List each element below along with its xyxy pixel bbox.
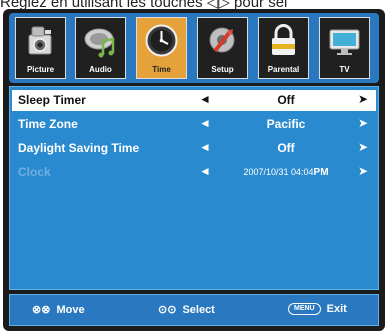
time-settings-panel: Sleep Timer ◄ Off ➤ Time Zone ◄ Pacific … [9, 86, 379, 290]
menu-row-time-zone[interactable]: Time Zone ◄ Pacific ➤ [12, 114, 376, 135]
row-label: Time Zone [18, 117, 78, 131]
key-hint-bar: ⊗⊗ Move ⊙⊙ Select MENU Exit [9, 294, 379, 326]
right-arrow-icon: ➤ [358, 164, 369, 178]
left-arrow-icon[interactable]: ◄ [199, 140, 211, 154]
row-label: Sleep Timer [18, 93, 86, 107]
right-arrow-icon[interactable]: ➤ [358, 92, 368, 106]
left-arrow-icon[interactable]: ◄ [199, 116, 211, 130]
select-hint: ⊙⊙ Select [158, 303, 215, 316]
select-label: Select [182, 304, 215, 316]
right-arrow-icon[interactable]: ➤ [358, 116, 368, 130]
setup-icon [209, 27, 235, 53]
row-value: Off [277, 141, 295, 155]
row-label: Clock [18, 165, 51, 179]
up-down-keys-icon: ⊗⊗ [32, 304, 51, 316]
tab-tv[interactable]: TV [319, 17, 370, 79]
left-arrow-icon[interactable]: ◄ [199, 92, 211, 106]
top-caption: Réglez en utilisant les touches ◁▷ pour … [0, 0, 288, 9]
row-label: Daylight Saving Time [18, 141, 140, 155]
left-arrow-icon: ◄ [199, 164, 211, 178]
tab-picture[interactable]: Picture [15, 17, 66, 79]
row-value: Off [277, 93, 295, 107]
tab-setup[interactable]: Setup [197, 17, 248, 79]
tab-label: Picture [26, 65, 55, 74]
row-value: Pacific [266, 117, 306, 131]
move-label: Move [56, 304, 85, 316]
left-right-keys-icon: ⊙⊙ [158, 304, 177, 316]
tab-parental[interactable]: Parental [258, 17, 309, 79]
tab-label: Audio [89, 65, 112, 74]
tab-time[interactable]: Time [136, 17, 187, 79]
exit-label: Exit [326, 303, 347, 315]
clock-ampm: PM [313, 167, 329, 178]
lock-icon [272, 24, 295, 55]
tab-label: Setup [211, 65, 234, 74]
menu-row-daylight-saving-time[interactable]: Daylight Saving Time ◄ Off ➤ [12, 138, 376, 159]
menu-key-icon: MENU [288, 303, 321, 316]
tab-label: TV [339, 65, 350, 74]
tv-icon [329, 29, 360, 55]
clock-value: 2007/10/31 04:04PM [222, 167, 350, 178]
clock-icon [145, 24, 178, 57]
tab-label: Parental [267, 65, 300, 74]
exit-hint: MENU Exit [288, 303, 347, 316]
move-hint: ⊗⊗ Move [32, 303, 85, 316]
tab-audio[interactable]: Audio [75, 17, 126, 79]
category-tab-bar: Picture Audio Time Setup Parental TV [9, 13, 379, 83]
tab-label: Time [152, 65, 171, 74]
audio-icon [84, 28, 115, 58]
picture-icon [28, 26, 52, 55]
osd-menu-frame: Picture Audio Time Setup Parental TV Sle… [3, 9, 385, 331]
menu-row-clock: Clock ◄ 2007/10/31 04:04PM ➤ [12, 162, 376, 183]
clock-datetime: 2007/10/31 04:04 [243, 167, 314, 177]
right-arrow-icon[interactable]: ➤ [358, 140, 368, 154]
menu-row-sleep-timer[interactable]: Sleep Timer ◄ Off ➤ [12, 90, 376, 111]
